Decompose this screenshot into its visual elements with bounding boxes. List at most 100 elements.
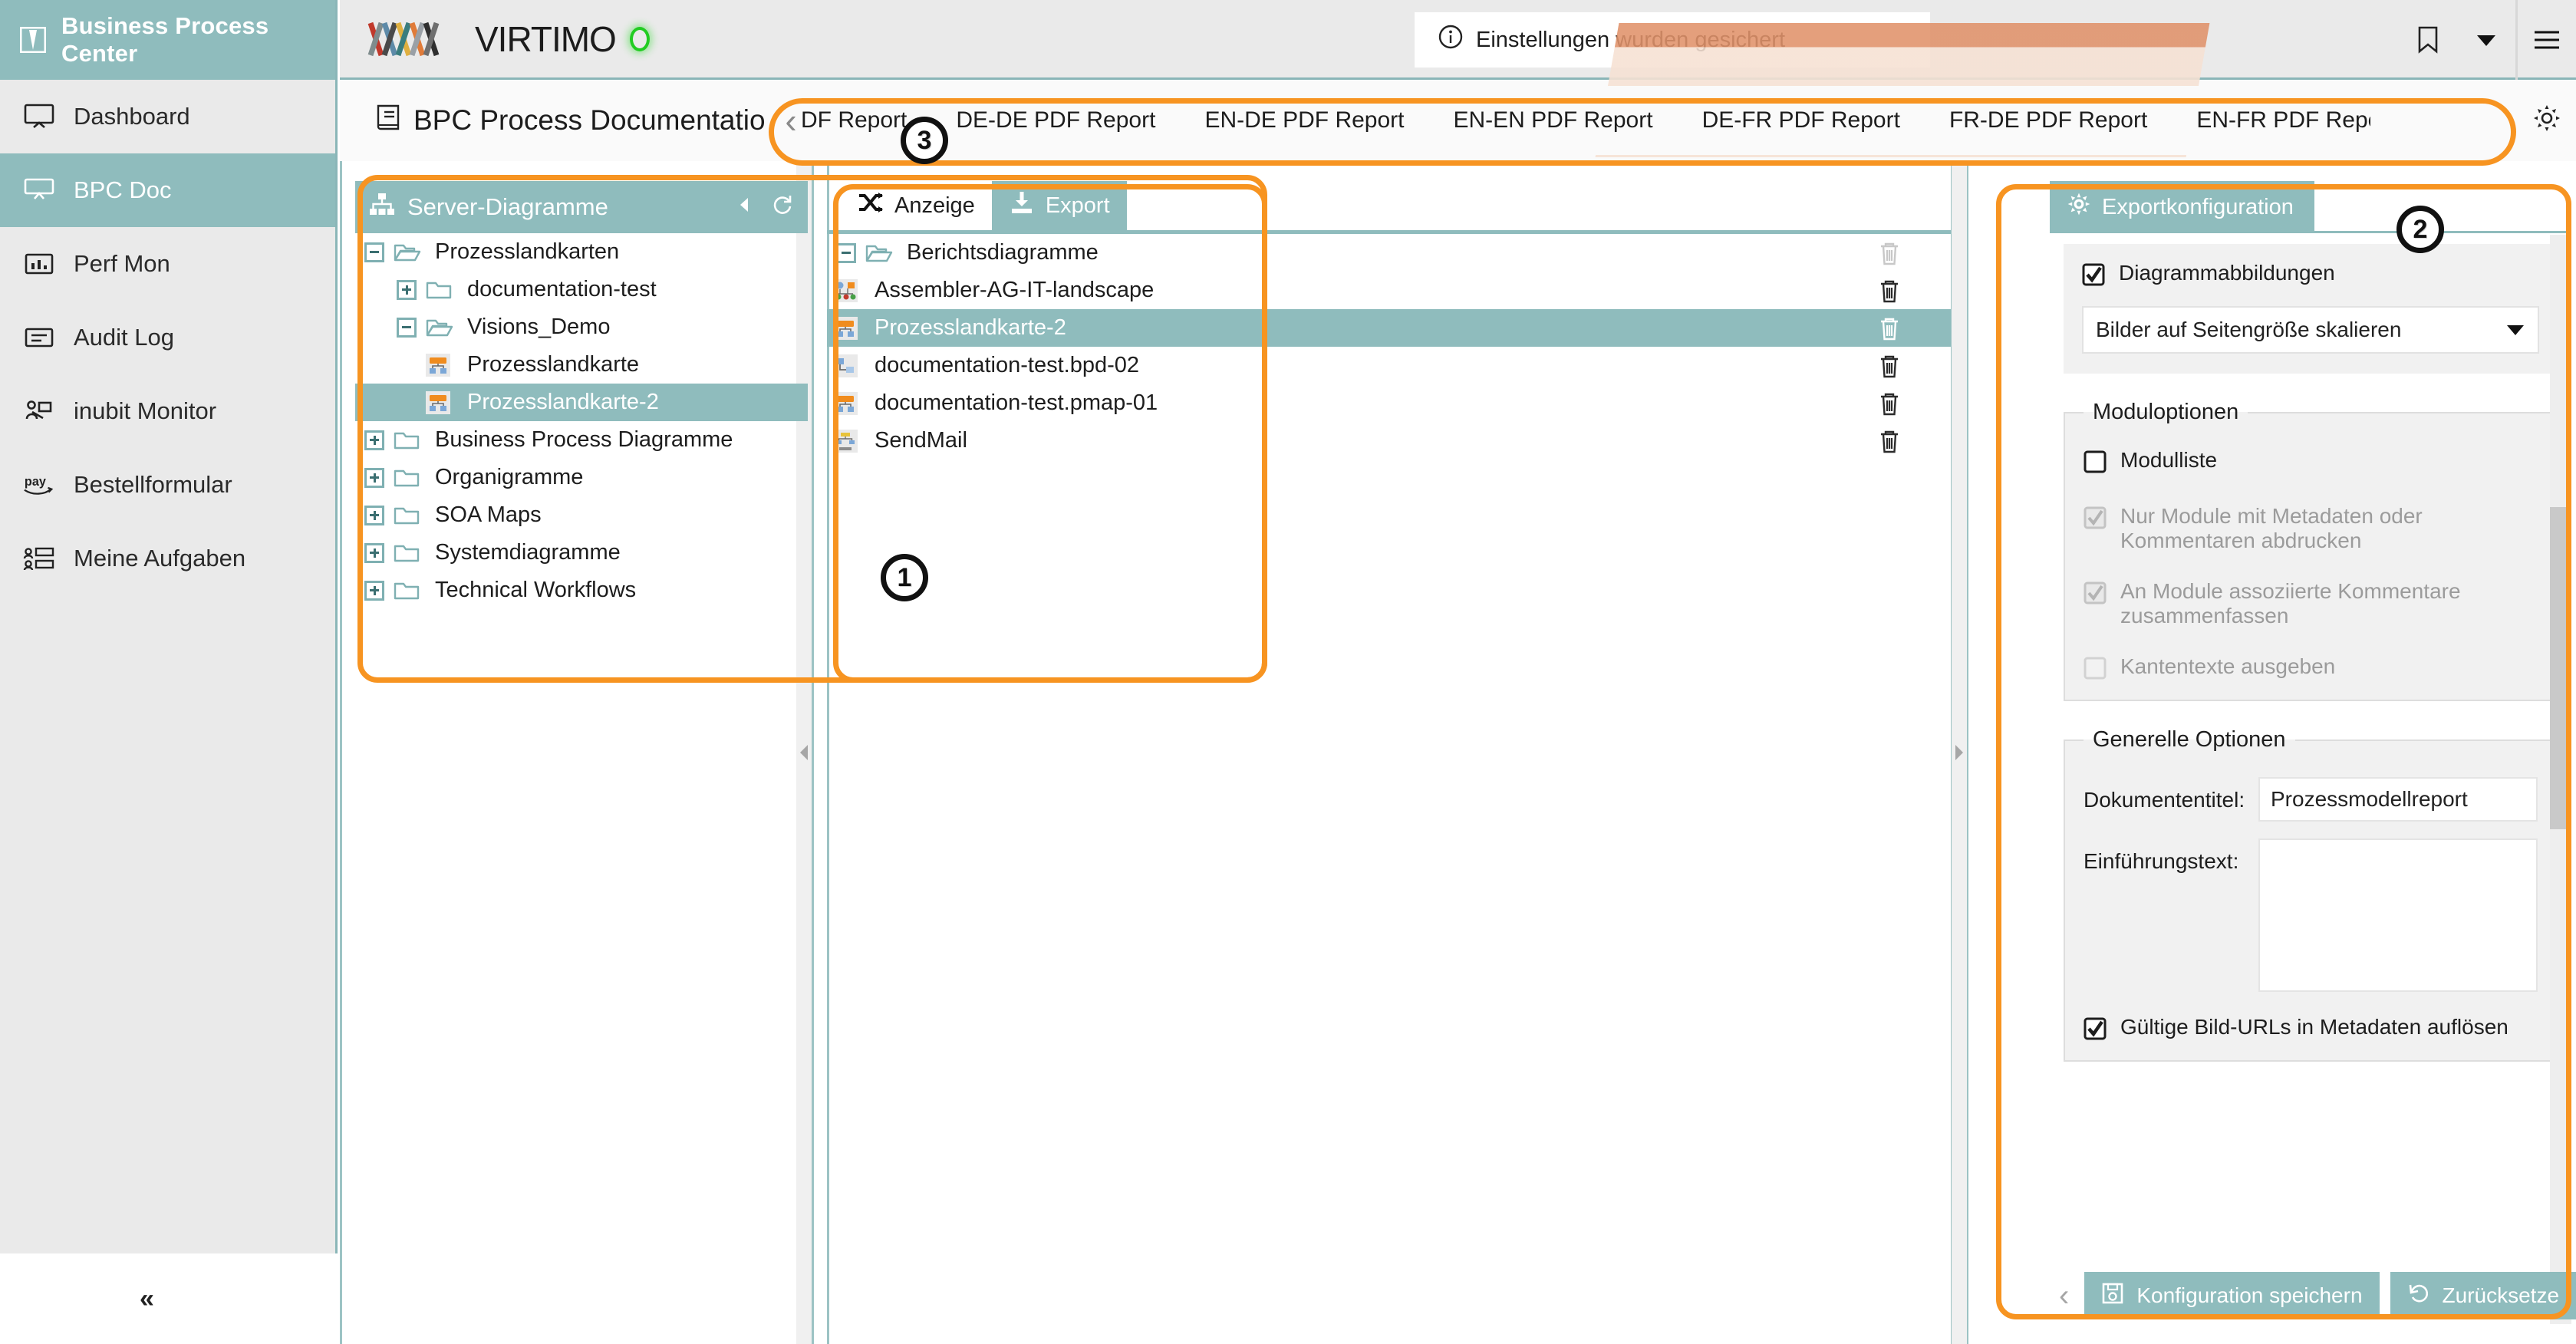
delete-icon[interactable]: [1876, 427, 1903, 455]
annotation-bubble-3: 3: [901, 117, 948, 164]
pmap-icon: [426, 390, 456, 416]
sidebar-item-label: Audit Log: [74, 324, 174, 351]
sidebar-item-audit-log[interactable]: Audit Log: [0, 301, 335, 374]
checkbox-diagrammabbildungen[interactable]: Diagrammabbildungen: [2082, 261, 2539, 286]
svg-text:pay: pay: [25, 475, 46, 489]
tab-de-de-pdf-report[interactable]: DE-DE PDF Report: [931, 86, 1180, 155]
tree-node-documentation-test[interactable]: documentation-test: [355, 271, 808, 308]
sidebar-item-perf-mon[interactable]: Perf Mon: [0, 227, 335, 301]
monitor-icon: [23, 100, 55, 133]
folder-open-icon: [426, 315, 456, 341]
tab-en-de-pdf-report[interactable]: EN-DE PDF Report: [1180, 86, 1428, 155]
virtimo-wordmark: VIRTIMO: [475, 18, 617, 59]
twisty-minus-icon[interactable]: [394, 315, 420, 341]
pmap-icon: [833, 315, 864, 341]
folder-icon: [394, 540, 424, 566]
sidebar-collapse-button[interactable]: «: [0, 1253, 338, 1344]
twisty-plus-icon[interactable]: [361, 578, 387, 604]
bookmark-icon[interactable]: [2399, 0, 2457, 80]
twisty-minus-icon[interactable]: [833, 240, 859, 266]
tab-en-fr-pdf-report[interactable]: EN-FR PDF Report: [2172, 86, 2370, 155]
document-title-input[interactable]: Prozessmodellreport: [2258, 777, 2538, 822]
export-panel-scrollbar-thumb[interactable]: [2550, 507, 2571, 829]
tab-en-en-pdf-report[interactable]: EN-EN PDF Report: [1429, 86, 1678, 155]
tree-node-label: Prozesslandkarte: [467, 352, 640, 377]
twisty-plus-icon[interactable]: [361, 465, 387, 491]
delete-icon[interactable]: [1876, 277, 1903, 305]
undo-icon: [2407, 1282, 2430, 1310]
page-title-text: BPC Process Documentation: [413, 104, 782, 136]
list-item-documentation-test-bpd-02[interactable]: documentation-test.bpd-02: [827, 347, 1951, 384]
server-diagrams-panel: Server-Diagramme Prozesslandkarten docum…: [355, 181, 808, 609]
sidebar-item-dashboard[interactable]: Dashboard: [0, 80, 335, 153]
tree-node-systemdiagramme[interactable]: Systemdiagramme: [355, 534, 808, 572]
list-item-prozesslandkarte-2[interactable]: Prozesslandkarte-2: [827, 309, 1951, 347]
tree-node-technical-workflows[interactable]: Technical Workflows: [355, 572, 808, 609]
save-icon: [2101, 1282, 2124, 1310]
tab-de-fr-pdf-report[interactable]: DE-FR PDF Report: [1678, 86, 1925, 155]
server-diagrams-tree: Prozesslandkarten documentation-test Vis…: [355, 233, 808, 609]
tree-node-label: Technical Workflows: [435, 578, 637, 602]
checkbox-unchecked-disabled-icon: [2084, 657, 2107, 680]
tree-node-prozesslandkarten[interactable]: Prozesslandkarten: [355, 233, 808, 271]
twisty-plus-icon[interactable]: [361, 540, 387, 566]
tab-fr-de-pdf-report[interactable]: FR-DE PDF Report: [1925, 86, 2172, 155]
sidebar-item-bestellformular[interactable]: pay Bestellformular: [0, 448, 335, 522]
checkbox-gueltige-bild-urls[interactable]: Gültige Bild-URLs in Metadaten auflösen: [2084, 1015, 2538, 1040]
twisty-minus-icon[interactable]: [361, 239, 387, 265]
footer-prev-button[interactable]: ‹: [2054, 1279, 2074, 1313]
refresh-icon[interactable]: [771, 193, 794, 222]
export-panel-scrollbar[interactable]: [2550, 235, 2571, 1324]
intro-text-label: Einführungstext:: [2084, 849, 2239, 873]
landscape-icon: [833, 278, 864, 304]
module-options-legend: Moduloptionen: [2093, 400, 2239, 424]
tree-node-prozesslandkarte[interactable]: Prozesslandkarte: [355, 346, 808, 384]
list-item-assembler-ag-it-landscape[interactable]: Assembler-AG-IT-landscape: [827, 272, 1951, 309]
image-scale-select[interactable]: Bilder auf Seitengröße skalieren: [2082, 306, 2539, 354]
list-item-label: documentation-test.pmap-01: [875, 390, 1158, 415]
delete-icon[interactable]: [1876, 352, 1903, 380]
sidebar-item-bpc-doc[interactable]: BPC Doc: [0, 153, 335, 227]
export-config-header: Exportkonfiguration: [2050, 181, 2314, 233]
sidebar-item-inubit-monitor[interactable]: inubit Monitor: [0, 374, 335, 448]
tree-node-visions-demo[interactable]: Visions_Demo: [355, 308, 808, 346]
list-item-documentation-test-pmap-01[interactable]: documentation-test.pmap-01: [827, 384, 1951, 422]
tree-node-soa-maps[interactable]: SOA Maps: [355, 496, 808, 534]
tree-node-prozesslandkarte-2[interactable]: Prozesslandkarte-2: [355, 384, 808, 421]
twisty-plus-icon[interactable]: [361, 502, 387, 529]
reset-configuration-button[interactable]: Zurücksetze: [2390, 1272, 2576, 1319]
save-configuration-button[interactable]: Konfiguration speichern: [2084, 1272, 2380, 1319]
tree-node-label: SOA Maps: [435, 502, 542, 527]
server-diagrams-title: Server-Diagramme: [407, 193, 608, 220]
sidebar-item-meine-aufgaben[interactable]: Meine Aufgaben: [0, 522, 335, 595]
page-settings-gear-icon[interactable]: [2532, 103, 2562, 140]
twisty-plus-icon[interactable]: [361, 427, 387, 453]
list-item-sendmail[interactable]: SendMail: [827, 422, 1951, 460]
workspace-left-rule: [340, 161, 342, 1344]
export-panel-footer: ‹ Konfiguration speichern Zurücksetze ›: [2050, 1266, 2576, 1326]
report-tabstrip: ‹ DF Report DE-DE PDF Report EN-DE PDF R…: [767, 86, 2370, 155]
delete-icon[interactable]: [1876, 390, 1903, 417]
monitor-person-icon: [23, 395, 55, 427]
sidebar-brand: Business Process Center: [0, 0, 335, 80]
checkbox-label: An Module assoziierte Kommentare zusamme…: [2120, 579, 2461, 628]
bar-chart-icon: [23, 248, 55, 280]
splitter-export-collapse[interactable]: [1952, 161, 1967, 1344]
intro-text-textarea[interactable]: [2258, 838, 2538, 992]
twisty-plus-icon[interactable]: [394, 277, 420, 303]
tree-node-organigramme[interactable]: Organigramme: [355, 459, 808, 496]
list-item-berichtsdiagramme[interactable]: Berichtsdiagramme: [827, 234, 1951, 272]
chevron-down-icon[interactable]: [2457, 0, 2515, 80]
folder-icon: [426, 277, 456, 303]
status-indicator-icon: [629, 26, 650, 51]
collapse-left-icon[interactable]: [736, 193, 753, 221]
tree-node-business-process-diagramme[interactable]: Business Process Diagramme: [355, 421, 808, 459]
tab-export[interactable]: Export: [991, 181, 1127, 230]
delete-icon[interactable]: [1876, 315, 1903, 342]
checkbox-modulliste[interactable]: Modulliste: [2084, 448, 2538, 473]
tab-anzeige[interactable]: Anzeige: [841, 181, 992, 230]
delete-icon[interactable]: [1876, 239, 1903, 267]
hamburger-menu-icon[interactable]: [2518, 0, 2576, 80]
checkbox-checked-disabled-icon: [2084, 581, 2107, 604]
workspace: Server-Diagramme Prozesslandkarten docum…: [340, 161, 2576, 1344]
